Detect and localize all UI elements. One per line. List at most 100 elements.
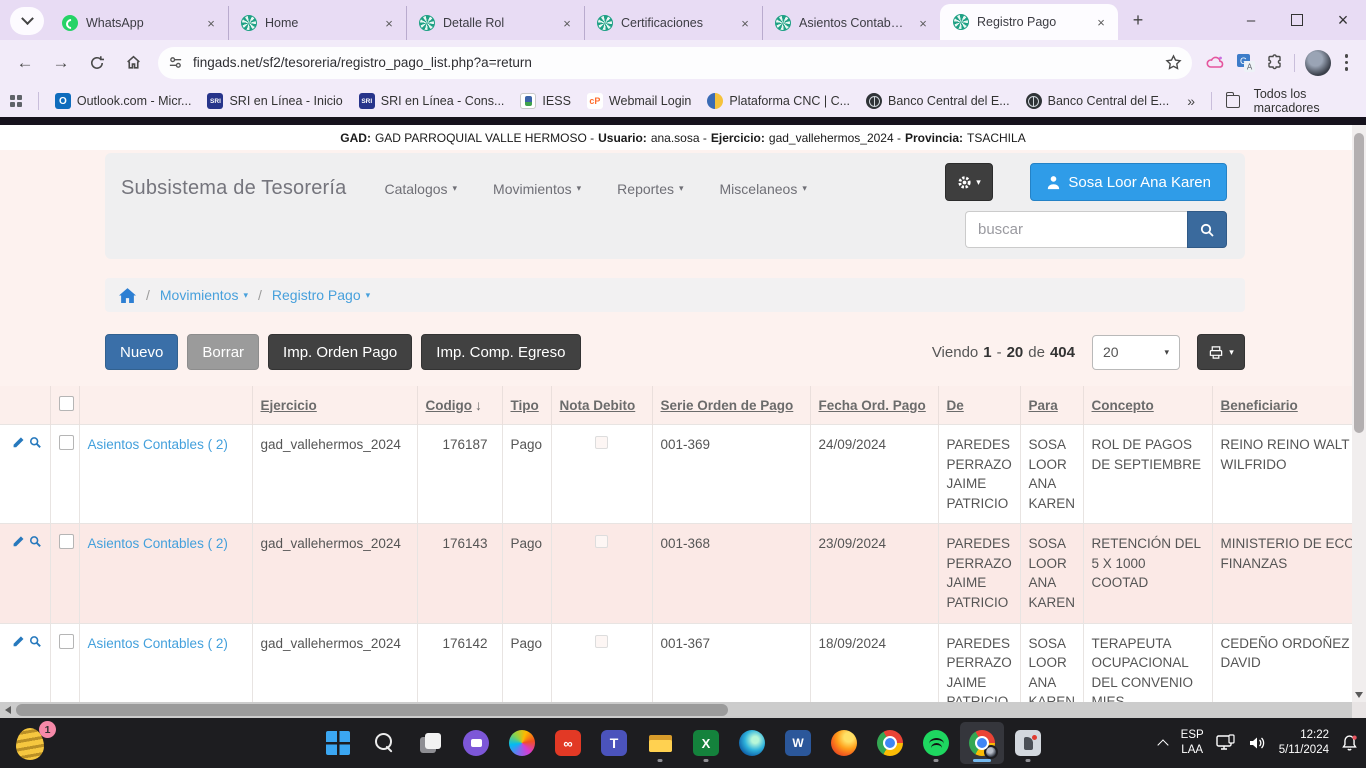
tray-chevron-up-icon[interactable] xyxy=(1159,738,1169,748)
select-all-checkbox[interactable] xyxy=(59,396,74,411)
volume-icon[interactable] xyxy=(1248,735,1267,751)
new-tab-button[interactable] xyxy=(1124,6,1152,34)
nav-menu-item[interactable]: Catalogos▾ xyxy=(384,181,457,197)
extensions-puzzle-icon[interactable] xyxy=(1266,54,1284,72)
taskbar-app-button[interactable] xyxy=(408,722,452,764)
asientos-contables-link[interactable]: Asientos Contables ( 2) xyxy=(88,437,228,452)
scroll-left-arrow-icon[interactable] xyxy=(5,706,11,714)
forward-button[interactable]: → xyxy=(44,46,78,80)
tab-search-button[interactable] xyxy=(10,7,44,35)
column-header-de[interactable]: De xyxy=(938,386,1020,425)
imp-orden-pago-button[interactable]: Imp. Orden Pago xyxy=(268,334,412,370)
vertical-scrollbar-thumb[interactable] xyxy=(1354,133,1364,433)
nav-menu-item[interactable]: Miscelaneos▾ xyxy=(720,181,807,197)
maximize-button[interactable] xyxy=(1274,0,1320,40)
column-header-concepto[interactable]: Concepto xyxy=(1083,386,1212,425)
nota-debito-checkbox[interactable] xyxy=(595,436,608,449)
settings-dropdown-button[interactable]: ▾ xyxy=(945,163,993,201)
column-header-serie[interactable]: Serie Orden de Pago xyxy=(652,386,810,425)
taskbar-app-button[interactable] xyxy=(546,722,590,764)
browser-tab[interactable]: Detalle Rol xyxy=(406,6,584,40)
browser-tab[interactable]: Home xyxy=(228,6,406,40)
bookmark-item[interactable]: Outlook.com - Micr... xyxy=(55,93,192,109)
view-magnifier-icon[interactable] xyxy=(29,534,42,549)
bookmarks-overflow-chevron[interactable]: » xyxy=(1187,93,1195,109)
apps-grid-icon[interactable] xyxy=(10,95,22,107)
breadcrumb-registro-pago[interactable]: Registro Pago▾ xyxy=(272,287,370,303)
taskbar-app-button[interactable] xyxy=(1006,722,1050,764)
row-checkbox[interactable] xyxy=(59,634,74,649)
borrar-button[interactable]: Borrar xyxy=(187,334,259,370)
imp-comp-egreso-button[interactable]: Imp. Comp. Egreso xyxy=(421,334,580,370)
user-button[interactable]: Sosa Loor Ana Karen xyxy=(1030,163,1227,201)
minimize-button[interactable] xyxy=(1228,0,1274,40)
home-button[interactable] xyxy=(116,46,150,80)
nav-menu-item[interactable]: Reportes▾ xyxy=(617,181,683,197)
breadcrumb-movimientos[interactable]: Movimientos▾ xyxy=(160,287,248,303)
taskbar-app-button[interactable] xyxy=(454,722,498,764)
column-header-codigo[interactable]: Codigo↓ xyxy=(417,386,502,425)
profile-avatar[interactable] xyxy=(1305,50,1331,76)
column-header-tipo[interactable]: Tipo xyxy=(502,386,551,425)
taskbar-app-button[interactable] xyxy=(822,722,866,764)
browser-tab[interactable]: Certificaciones xyxy=(584,6,762,40)
all-bookmarks[interactable]: Todos los marcadores xyxy=(1211,87,1356,115)
tab-close-icon[interactable] xyxy=(1092,13,1110,31)
asientos-contables-link[interactable]: Asientos Contables ( 2) xyxy=(88,636,228,651)
home-breadcrumb-icon[interactable] xyxy=(119,288,136,303)
taskbar-app-button[interactable] xyxy=(362,722,406,764)
bookmark-item[interactable]: Plataforma CNC | C... xyxy=(707,93,850,109)
taskbar-app-button[interactable] xyxy=(776,722,820,764)
taskbar-app-button[interactable] xyxy=(316,722,360,764)
reload-button[interactable] xyxy=(80,46,114,80)
bookmark-item[interactable]: SRI en Línea - Cons... xyxy=(359,93,505,109)
url-text[interactable]: fingads.net/sf2/tesoreria/registro_pago_… xyxy=(193,55,1155,70)
browser-tab[interactable]: WhatsApp xyxy=(50,6,228,40)
taskbar-bee-app-button[interactable]: 1 xyxy=(16,725,50,761)
bookmark-star-icon[interactable] xyxy=(1165,54,1182,71)
view-magnifier-icon[interactable] xyxy=(29,634,42,649)
display-network-icon[interactable] xyxy=(1216,734,1236,752)
row-checkbox[interactable] xyxy=(59,435,74,450)
taskbar-app-button[interactable] xyxy=(500,722,544,764)
bookmark-item[interactable]: Webmail Login xyxy=(587,93,691,109)
address-bar[interactable]: fingads.net/sf2/tesoreria/registro_pago_… xyxy=(158,47,1192,79)
language-indicator[interactable]: ESP LAA xyxy=(1181,728,1204,758)
taskbar-app-button[interactable] xyxy=(730,722,774,764)
tab-close-icon[interactable] xyxy=(914,14,932,32)
page-vertical-scrollbar[interactable] xyxy=(1352,125,1366,702)
edit-pencil-icon[interactable] xyxy=(12,534,25,549)
edit-pencil-icon[interactable] xyxy=(12,634,25,649)
column-header-nota-debito[interactable]: Nota Debito xyxy=(551,386,652,425)
site-info-icon[interactable] xyxy=(168,55,183,70)
tab-close-icon[interactable] xyxy=(736,14,754,32)
bookmark-item[interactable]: IESS xyxy=(520,93,571,109)
column-header-beneficiario[interactable]: Beneficiario xyxy=(1212,386,1352,425)
close-window-button[interactable] xyxy=(1320,0,1366,40)
nota-debito-checkbox[interactable] xyxy=(595,535,608,548)
back-button[interactable]: ← xyxy=(8,46,42,80)
asientos-contables-link[interactable]: Asientos Contables ( 2) xyxy=(88,536,228,551)
taskbar-app-button[interactable] xyxy=(638,722,682,764)
horizontal-scrollbar-thumb[interactable] xyxy=(16,704,728,716)
taskbar-app-button[interactable] xyxy=(914,722,958,764)
column-header-fecha[interactable]: Fecha Ord. Pago xyxy=(810,386,938,425)
tab-close-icon[interactable] xyxy=(202,14,220,32)
browser-tab[interactable]: Asientos Contables xyxy=(762,6,940,40)
weather-extension-icon[interactable] xyxy=(1206,53,1226,73)
clock[interactable]: 12:22 5/11/2024 xyxy=(1279,728,1329,758)
print-dropdown-button[interactable]: ▾ xyxy=(1197,334,1245,370)
view-magnifier-icon[interactable] xyxy=(29,435,42,450)
browser-menu-button[interactable] xyxy=(1341,50,1353,75)
tab-close-icon[interactable] xyxy=(558,14,576,32)
edit-pencil-icon[interactable] xyxy=(12,435,25,450)
browser-tab[interactable]: Registro Pago xyxy=(940,4,1118,40)
search-button[interactable] xyxy=(1187,211,1227,248)
row-checkbox[interactable] xyxy=(59,534,74,549)
bookmark-item[interactable]: Banco Central del E... xyxy=(1026,93,1170,109)
taskbar-app-button[interactable] xyxy=(684,722,728,764)
page-horizontal-scrollbar[interactable] xyxy=(0,702,1352,718)
page-size-select[interactable]: 20 ▾ xyxy=(1092,335,1180,370)
bookmark-item[interactable]: SRI en Línea - Inicio xyxy=(207,93,342,109)
nuevo-button[interactable]: Nuevo xyxy=(105,334,178,370)
